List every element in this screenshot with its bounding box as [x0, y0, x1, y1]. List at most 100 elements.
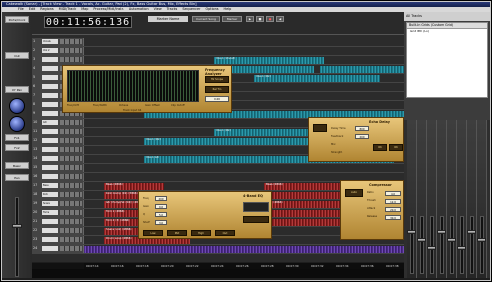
left-panel-button[interactable]: Ports/Clock: [5, 16, 29, 23]
track-name-field[interactable]: [42, 57, 58, 62]
left-panel-button[interactable]: XY Pan: [5, 86, 29, 93]
stop-button[interactable]: ■: [256, 16, 264, 22]
track-mute-solo-record-buttons[interactable]: [60, 39, 82, 44]
track-name-field[interactable]: [42, 174, 58, 179]
mixer-channel-strip[interactable]: [417, 120, 427, 278]
track-filter-bar[interactable]: All Tracks: [404, 12, 490, 21]
audio-clip[interactable]: Vox-1 (Uncut): [214, 57, 324, 64]
track-mute-solo-record-buttons[interactable]: [60, 192, 82, 197]
channel-fader-cap[interactable]: [427, 246, 436, 250]
master-fader-track[interactable]: [15, 197, 19, 277]
track-name-field[interactable]: [42, 219, 58, 224]
channel-fader-cap[interactable]: [437, 230, 446, 234]
channel-fader[interactable]: [470, 216, 474, 274]
marker-button[interactable]: Marker: [222, 16, 242, 22]
master-volume-knob[interactable]: [9, 98, 25, 114]
plugin-value[interactable]: 800: [355, 126, 369, 131]
track-header[interactable]: 1 Vocals: [32, 38, 84, 46]
track-header[interactable]: 21: [32, 218, 84, 226]
channel-fader-cap[interactable]: [447, 238, 456, 242]
mixer-channel-strip[interactable]: [437, 120, 447, 278]
current-song-button[interactable]: Current Song: [192, 16, 220, 22]
eq-mode-button[interactable]: Out: [215, 230, 235, 236]
track-name-field[interactable]: [42, 147, 58, 152]
mixer-channel-strip[interactable]: [427, 120, 437, 278]
track-header[interactable]: 23: [32, 236, 84, 244]
eq-mode-button[interactable]: High: [191, 230, 211, 236]
track-name-field[interactable]: Kick: [42, 192, 58, 197]
eq-mode-button[interactable]: Mid: [167, 230, 187, 236]
track-name-field[interactable]: Snare: [42, 201, 58, 206]
track-header[interactable]: 13: [32, 146, 84, 154]
audio-clip[interactable]: [320, 66, 404, 73]
master-fader-cap[interactable]: [12, 224, 22, 228]
channel-fader[interactable]: [440, 216, 444, 274]
left-panel-button[interactable]: Fx2: [5, 144, 29, 151]
grid-list-item[interactable]: Grid 8th (Lo): [407, 29, 487, 34]
track-mute-solo-record-buttons[interactable]: [60, 237, 82, 242]
track-header[interactable]: 24: [32, 245, 84, 253]
channel-fader-cap[interactable]: [467, 230, 476, 234]
channel-fader-cap[interactable]: [457, 246, 466, 250]
plugin-value[interactable]: 4.0: [385, 191, 401, 196]
track-name-field[interactable]: Bass: [42, 183, 58, 188]
track-header[interactable]: 10 Gtr: [32, 119, 84, 127]
channel-fader-cap[interactable]: [417, 238, 426, 242]
plugin-value[interactable]: 30.0: [385, 215, 401, 220]
track-header[interactable]: 19 Snare: [32, 200, 84, 208]
eq-mode-button[interactable]: Low: [143, 230, 163, 236]
track-mute-solo-record-buttons[interactable]: [60, 174, 82, 179]
rewind-button[interactable]: ◀: [276, 16, 284, 22]
track-mute-solo-record-buttons[interactable]: [60, 219, 82, 224]
track-mute-solo-record-buttons[interactable]: [60, 246, 82, 251]
track-name-field[interactable]: [42, 111, 58, 116]
pan-knob[interactable]: [9, 116, 25, 132]
plugin-button[interactable]: Hz Scope: [205, 76, 229, 83]
mixer-channel-strip[interactable]: [447, 120, 457, 278]
plugin-button[interactable]: Auto: [345, 189, 363, 197]
track-name-field[interactable]: [42, 93, 58, 98]
track-mute-solo-record-buttons[interactable]: [60, 138, 82, 143]
track-header[interactable]: 15: [32, 164, 84, 172]
audio-clip[interactable]: Vox-1 (Ok): [254, 75, 380, 82]
track-name-field[interactable]: Gtr: [42, 120, 58, 125]
track-mute-solo-record-buttons[interactable]: [60, 48, 82, 53]
left-panel-button[interactable]: Out: [5, 52, 29, 59]
plugin-button[interactable]: Rel Tin: [205, 86, 229, 93]
track-mute-solo-record-buttons[interactable]: [60, 156, 82, 161]
plugin-button[interactable]: OK: [373, 144, 387, 151]
track-mute-solo-record-buttons[interactable]: [60, 129, 82, 134]
track-name-field[interactable]: [42, 102, 58, 107]
left-panel-button[interactable]: Pan: [5, 174, 29, 181]
track-mute-solo-record-buttons[interactable]: [60, 210, 82, 215]
plugin-value[interactable]: 20.0: [385, 207, 401, 212]
track-row[interactable]: 15: [32, 164, 404, 173]
channel-fader[interactable]: [480, 216, 484, 274]
track-mute-solo-record-buttons[interactable]: [60, 57, 82, 62]
track-header[interactable]: 18 Kick: [32, 191, 84, 199]
channel-fader-cap[interactable]: [407, 230, 416, 234]
left-panel-button[interactable]: Fx1: [5, 134, 29, 141]
plugin-button[interactable]: [313, 124, 327, 132]
track-mute-solo-record-buttons[interactable]: [60, 201, 82, 206]
track-name-field[interactable]: Vox 2: [42, 48, 58, 53]
channel-fader[interactable]: [410, 216, 414, 274]
track-row[interactable]: 24: [32, 245, 404, 254]
mixer-channel-strip[interactable]: [457, 120, 467, 278]
track-name-field[interactable]: [42, 138, 58, 143]
track-mute-solo-record-buttons[interactable]: [60, 147, 82, 152]
track-name-field[interactable]: [42, 129, 58, 134]
track-name-field[interactable]: Vocals: [42, 39, 58, 44]
play-button[interactable]: ▶: [246, 16, 254, 22]
track-row[interactable]: 2 Vox 2: [32, 47, 404, 56]
channel-fader[interactable]: [430, 216, 434, 274]
marker-name-field[interactable]: Marker Name: [148, 16, 188, 22]
plugin-button[interactable]: OK: [389, 144, 403, 151]
audio-clip[interactable]: Bass (4866): [104, 183, 164, 190]
track-mute-solo-record-buttons[interactable]: [60, 165, 82, 170]
plugin-value[interactable]: 200: [355, 134, 369, 139]
track-row[interactable]: 3 Vox-1 (Uncut): [32, 56, 404, 65]
track-name-field[interactable]: [42, 156, 58, 161]
track-header[interactable]: 20 Toms: [32, 209, 84, 217]
track-name-field[interactable]: [42, 75, 58, 80]
